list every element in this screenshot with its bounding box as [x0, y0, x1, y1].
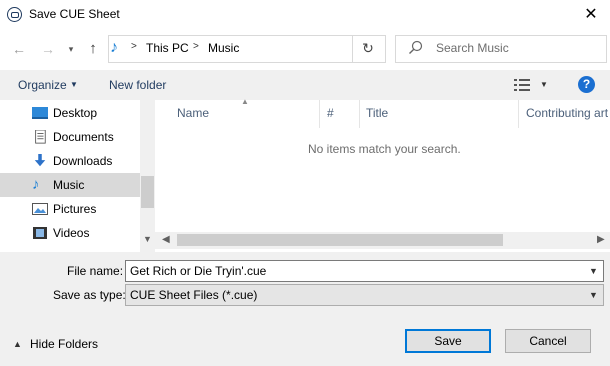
- hide-folders-button[interactable]: Hide Folders: [30, 337, 98, 351]
- horizontal-scrollbar-thumb[interactable]: [177, 234, 503, 246]
- scroll-right-chevron-icon[interactable]: ▶: [597, 234, 605, 245]
- forward-arrow-icon[interactable]: →: [38, 39, 58, 59]
- sidebar-item-videos[interactable]: Videos: [0, 221, 140, 245]
- breadcrumb-separator-icon[interactable]: >: [193, 41, 199, 52]
- scroll-left-chevron-icon[interactable]: ◀: [162, 234, 170, 245]
- sidebar-item-label: Desktop: [53, 106, 98, 120]
- save-type-chevron-down-icon[interactable]: ▼: [589, 290, 598, 300]
- refresh-icon[interactable]: ↻: [359, 38, 377, 58]
- column-header-title[interactable]: Title: [366, 106, 388, 120]
- column-divider[interactable]: [319, 100, 320, 128]
- music-note-icon: ♪: [110, 39, 118, 56]
- view-options-icon[interactable]: [514, 78, 530, 92]
- sidebar-item-label: Downloads: [53, 154, 113, 168]
- pictures-icon: [32, 203, 48, 215]
- breadcrumb-separator-icon[interactable]: >: [131, 41, 137, 52]
- close-icon[interactable]: ✕: [576, 3, 606, 27]
- view-chevron-down-icon[interactable]: ▼: [540, 80, 548, 89]
- column-divider[interactable]: [518, 100, 519, 128]
- sidebar-item-documents[interactable]: Documents: [0, 125, 140, 149]
- file-name-chevron-down-icon[interactable]: ▼: [589, 266, 598, 276]
- sidebar-item-label: Pictures: [53, 202, 97, 216]
- downloads-icon: [34, 154, 46, 167]
- file-name-field[interactable]: Get Rich or Die Tryin'.cue: [125, 260, 604, 282]
- organize-chevron-down-icon[interactable]: ▼: [70, 80, 78, 89]
- sidebar-item-downloads[interactable]: Downloads: [0, 149, 140, 173]
- sidebar-item-pictures[interactable]: Pictures: [0, 197, 140, 221]
- column-header-name[interactable]: Name: [177, 106, 209, 120]
- new-folder-button[interactable]: New folder: [109, 78, 166, 92]
- sidebar-item-label: Music: [53, 178, 85, 192]
- column-header-contributing-artists[interactable]: Contributing art: [526, 106, 610, 120]
- organize-button[interactable]: Organize: [18, 78, 67, 92]
- help-icon[interactable]: ?: [578, 76, 595, 93]
- search-icon: [409, 40, 423, 54]
- navigation-scrollbar-thumb[interactable]: [141, 176, 154, 208]
- sidebar-item-label: Documents: [53, 130, 114, 144]
- file-name-label: File name:: [67, 264, 124, 278]
- sidebar-item-label: Videos: [53, 226, 90, 240]
- save-type-label: Save as type:: [53, 288, 126, 302]
- breadcrumb-music[interactable]: Music: [208, 41, 239, 55]
- documents-icon: [35, 130, 46, 144]
- column-divider[interactable]: [359, 100, 360, 128]
- search-placeholder: Search Music: [436, 41, 509, 55]
- hide-folders-chevron-up-icon[interactable]: ▲: [13, 339, 22, 349]
- breadcrumb-this-pc[interactable]: This PC: [146, 41, 189, 55]
- desktop-icon: [32, 107, 48, 119]
- music-icon: ♪: [32, 176, 40, 193]
- empty-message: No items match your search.: [308, 142, 461, 156]
- videos-icon: [33, 227, 47, 239]
- sidebar-item-music[interactable]: ♪ Music: [0, 173, 140, 197]
- back-arrow-icon[interactable]: ←: [9, 39, 29, 59]
- app-icon: [7, 7, 22, 22]
- cancel-button[interactable]: Cancel: [505, 329, 591, 353]
- column-header-number[interactable]: #: [327, 106, 334, 120]
- sidebar-item-desktop[interactable]: Desktop: [0, 101, 140, 125]
- save-button[interactable]: Save: [405, 329, 491, 353]
- file-list[interactable]: [155, 100, 610, 252]
- window-title: Save CUE Sheet: [29, 7, 120, 21]
- recent-locations-chevron-icon[interactable]: ▾: [64, 39, 78, 59]
- up-arrow-icon[interactable]: ↑: [83, 39, 103, 59]
- sort-ascending-icon: ▲: [241, 97, 249, 106]
- save-type-select[interactable]: CUE Sheet Files (*.cue): [125, 284, 604, 306]
- address-divider: [352, 36, 353, 62]
- scroll-down-chevron-icon[interactable]: ▼: [143, 234, 152, 244]
